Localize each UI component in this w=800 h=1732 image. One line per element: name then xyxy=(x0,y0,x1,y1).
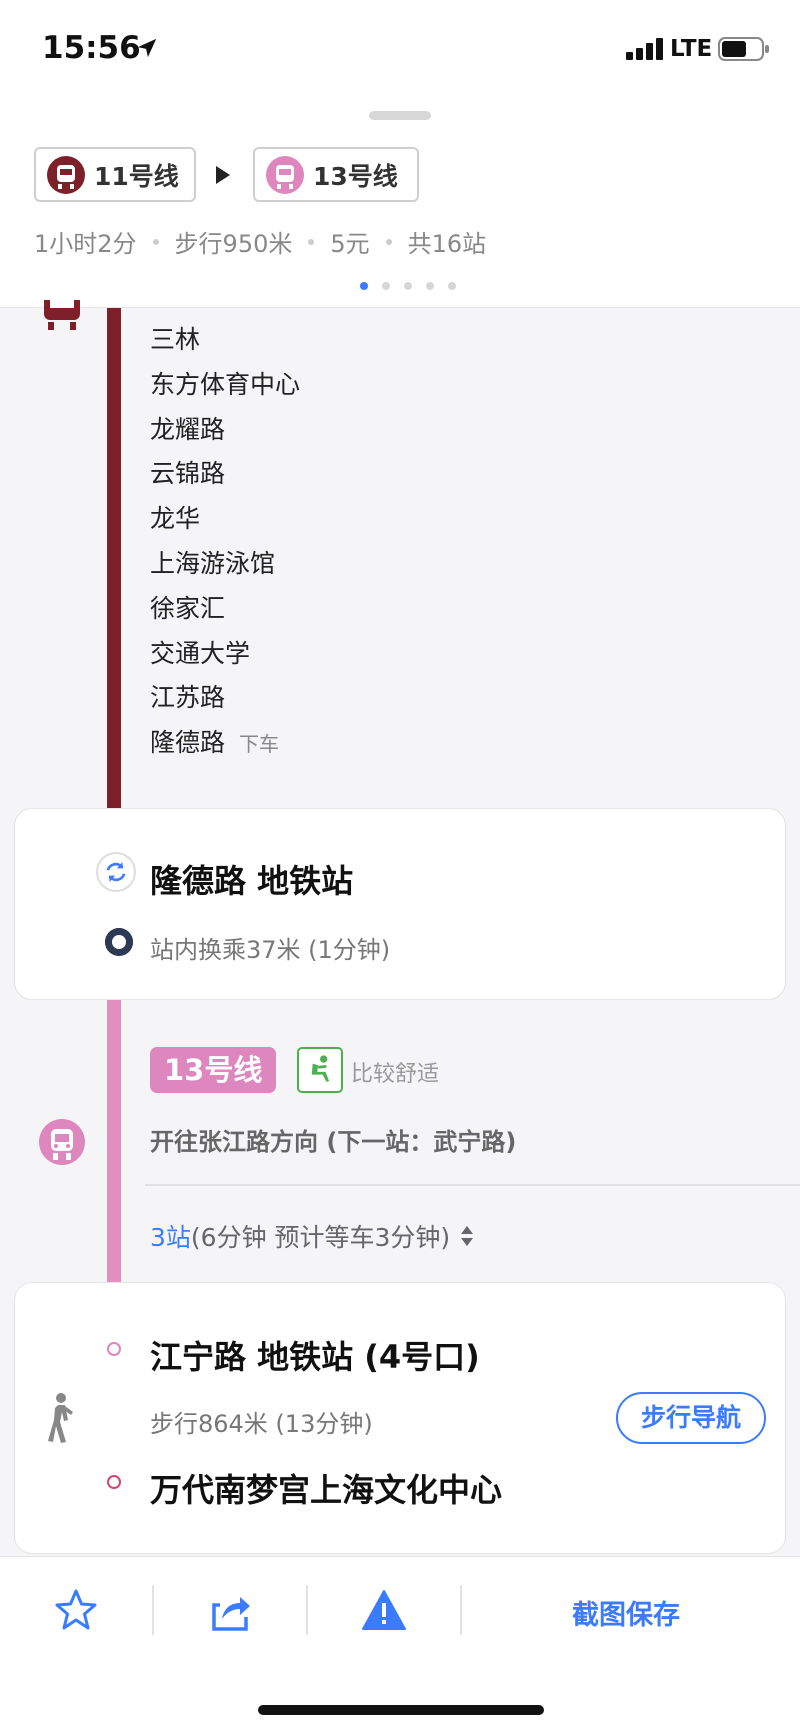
page-dot xyxy=(360,282,368,290)
exit-title: 江宁路 地铁站 (4号口) xyxy=(150,1338,480,1376)
status-bar: 15:56 LTE xyxy=(0,0,800,100)
share-icon[interactable] xyxy=(206,1587,254,1635)
station-item: 东方体育中心 xyxy=(150,369,301,399)
home-indicator[interactable] xyxy=(258,1705,544,1715)
station-item: 交通大学 xyxy=(150,638,251,668)
destination-node xyxy=(107,1475,121,1489)
station-item: 江苏路 xyxy=(150,683,226,713)
walk-detail: 步行864米 (13分钟) xyxy=(150,1410,373,1438)
route-summary: 1小时2分 步行950米 5元 共16站 xyxy=(34,224,486,259)
page-dot xyxy=(426,282,434,290)
screenshot-save-button[interactable]: 截图保存 xyxy=(572,1593,680,1632)
page-dot xyxy=(404,282,412,290)
network-type: LTE xyxy=(670,36,713,62)
station-item: 云锦路 xyxy=(150,459,226,489)
line-chip-11[interactable]: 11号线 xyxy=(34,147,196,202)
star-icon[interactable] xyxy=(52,1587,100,1635)
metro-train-icon xyxy=(266,155,304,194)
destination-title: 万代南梦宫上海文化中心 xyxy=(150,1471,503,1509)
sheet-grabber[interactable] xyxy=(369,111,431,120)
stops-count: 3站 xyxy=(150,1223,191,1252)
arrow-right-icon xyxy=(216,166,230,184)
status-time: 15:56 xyxy=(42,30,141,66)
toolbar-divider xyxy=(306,1585,308,1635)
route-header: 11号线 13号线 1小时2分 步行950米 5元 共16站 xyxy=(0,100,800,308)
alight-tag: 下车 xyxy=(239,732,280,757)
summary-stations: 共16站 xyxy=(407,230,487,258)
exit-node xyxy=(107,1342,121,1356)
location-arrow-icon xyxy=(137,38,157,58)
stops-detail: (6分钟 预计等车3分钟) xyxy=(190,1223,451,1252)
transfer-icon xyxy=(96,852,136,892)
separator-dot xyxy=(385,238,392,245)
page-indicator[interactable] xyxy=(360,282,470,290)
station-item: 龙耀路 xyxy=(150,414,226,444)
station-list: 三林 东方体育中心 龙耀路 云锦路 龙华 上海游泳馆 徐家汇 交通大学 江苏路 … xyxy=(150,320,300,768)
toolbar-divider xyxy=(460,1585,462,1635)
line-chip-label: 13号线 xyxy=(313,161,398,191)
line-13-badge: 13号线 xyxy=(150,1047,277,1093)
page-dot xyxy=(448,282,456,290)
station-item: 徐家汇 xyxy=(150,593,226,623)
summary-duration: 1小时2分 xyxy=(34,230,137,258)
separator-dot xyxy=(152,238,159,245)
walker-icon xyxy=(48,1393,73,1443)
metro-train-icon xyxy=(39,1119,85,1165)
comfort-label: 比较舒适 xyxy=(351,1062,440,1087)
station-item-alight: 隆德路 下车 xyxy=(150,723,300,768)
summary-walk: 步行950米 xyxy=(174,230,293,258)
station-item: 龙华 xyxy=(150,504,201,534)
warning-icon[interactable] xyxy=(360,1587,408,1635)
metro-train-icon xyxy=(47,155,85,194)
station-name: 隆德路 xyxy=(150,728,226,758)
walk-navigation-button[interactable]: 步行导航 xyxy=(616,1392,766,1444)
line-chip-label: 11号线 xyxy=(94,161,179,191)
line-chip-13[interactable]: 13号线 xyxy=(253,147,419,202)
stops-toggle[interactable]: 3站 (6分钟 预计等车3分钟) xyxy=(150,1218,474,1254)
toolbar-divider xyxy=(152,1585,154,1635)
separator-dot xyxy=(308,238,315,245)
page-dot xyxy=(382,282,390,290)
transfer-node-icon xyxy=(105,928,139,956)
comfort-seat-icon xyxy=(297,1047,343,1093)
transfer-station-title: 隆德路 地铁站 xyxy=(150,862,354,900)
sort-icon xyxy=(461,1226,474,1246)
signal-icon xyxy=(626,38,663,60)
transfer-detail: 站内换乘37米 (1分钟) xyxy=(150,936,391,964)
train-direction: 开往张江路方向 (下一站：武宁路) xyxy=(150,1128,517,1156)
divider xyxy=(145,1184,800,1186)
transfer-card[interactable] xyxy=(14,808,786,1000)
summary-fare: 5元 xyxy=(330,230,370,258)
bottom-toolbar: 截图保存 xyxy=(0,1556,800,1732)
station-item: 三林 xyxy=(150,325,201,354)
metro-train-icon xyxy=(44,300,80,330)
station-item: 上海游泳馆 xyxy=(150,548,276,578)
battery-icon xyxy=(718,37,769,61)
